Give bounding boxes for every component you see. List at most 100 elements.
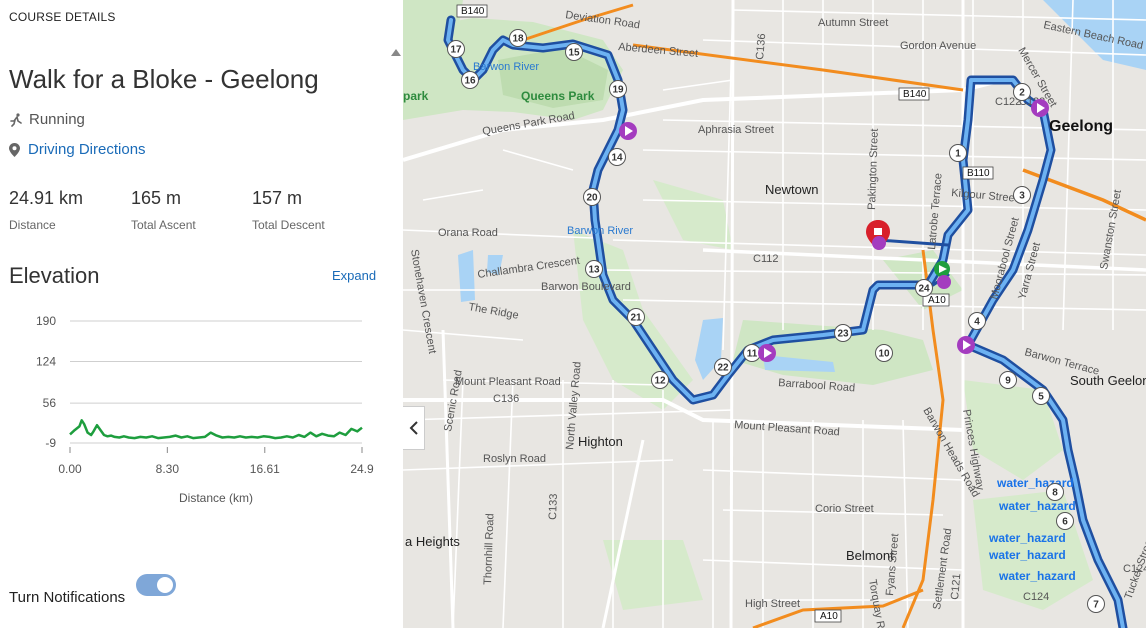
waypoint-label: 14 bbox=[611, 153, 623, 164]
waypoint-18[interactable]: 18 bbox=[509, 29, 527, 47]
waypoint-8[interactable]: 8 bbox=[1046, 483, 1064, 501]
suburb-label: Highton bbox=[578, 434, 623, 449]
road-shield: C124 bbox=[1123, 563, 1146, 575]
y-tick-label: 56 bbox=[43, 396, 57, 410]
road-shield: C112 bbox=[753, 253, 778, 265]
waypoint-13[interactable]: 13 bbox=[585, 260, 603, 278]
x-tick-label: 16.61 bbox=[250, 462, 280, 476]
activity-label: Running bbox=[29, 111, 85, 128]
road-shield: C121 bbox=[949, 573, 963, 600]
y-tick-label: 190 bbox=[36, 314, 56, 328]
waypoint-24[interactable]: 24 bbox=[915, 279, 933, 297]
waypoint-10[interactable]: 10 bbox=[875, 344, 893, 362]
waypoint-12[interactable]: 12 bbox=[651, 371, 669, 389]
stat-value: 24.91 km bbox=[9, 188, 84, 208]
stat-value: 165 m bbox=[131, 188, 182, 208]
driving-directions-label[interactable]: Driving Directions bbox=[28, 141, 146, 158]
waypoint-label: 16 bbox=[464, 76, 476, 87]
checkpoint-flag-icon[interactable] bbox=[758, 344, 776, 362]
route-map[interactable]: Newtown Geelong Highton Belmont South Ge… bbox=[403, 0, 1146, 628]
waypoint-17[interactable]: 17 bbox=[447, 40, 465, 58]
road-shield: A10 bbox=[928, 295, 946, 306]
waypoint-16[interactable]: 16 bbox=[461, 71, 479, 89]
elevation-x-axis-label: Distance (km) bbox=[179, 491, 253, 505]
waypoint-20[interactable]: 20 bbox=[583, 188, 601, 206]
hazard-label: water_hazard bbox=[988, 531, 1066, 545]
waypoint-5[interactable]: 5 bbox=[1032, 387, 1050, 405]
turn-notifications-toggle[interactable] bbox=[136, 574, 176, 596]
y-tick-label: 124 bbox=[36, 354, 56, 368]
waypoint-2[interactable]: 2 bbox=[1013, 83, 1031, 101]
street-label: Aphrasia Street bbox=[698, 124, 774, 136]
waypoint-label: 3 bbox=[1019, 191, 1025, 202]
waypoint-23[interactable]: 23 bbox=[834, 324, 852, 342]
suburb-label: Geelong bbox=[1049, 118, 1113, 135]
waypoint-3[interactable]: 3 bbox=[1013, 186, 1031, 204]
waypoint-label: 17 bbox=[450, 45, 462, 56]
turn-notifications-label: Turn Notifications bbox=[9, 589, 126, 606]
street-label: Gordon Avenue bbox=[900, 40, 976, 52]
waypoint-7[interactable]: 7 bbox=[1087, 595, 1105, 613]
checkpoint-flag-icon[interactable] bbox=[619, 122, 637, 140]
expand-elevation-link[interactable]: Expand bbox=[332, 268, 376, 283]
waypoint-22[interactable]: 22 bbox=[714, 358, 732, 376]
waypoint-label: 15 bbox=[568, 48, 580, 59]
street-label: Roslyn Road bbox=[483, 453, 546, 465]
hazard-label: water_hazard bbox=[998, 569, 1076, 583]
waypoint-label: 8 bbox=[1052, 488, 1058, 499]
elevation-line bbox=[69, 419, 363, 440]
section-label: COURSE DETAILS bbox=[9, 10, 116, 24]
suburb-label: a Heights bbox=[405, 534, 460, 549]
location-pin-icon bbox=[9, 142, 20, 157]
elevation-chart[interactable]: 190 124 56 -9 0.00 8.30 16.61 24.9 Distance (k… bbox=[0, 305, 390, 520]
activity-row: Running bbox=[9, 111, 85, 128]
waypoint-label: 1 bbox=[955, 149, 961, 160]
road-shield: B140 bbox=[461, 6, 485, 17]
toggle-knob bbox=[157, 577, 173, 593]
map-canvas[interactable]: Newtown Geelong Highton Belmont South Ge… bbox=[403, 0, 1146, 628]
stat-total-ascent: 165 m Total Ascent bbox=[131, 188, 196, 232]
waypoint-label: 18 bbox=[512, 34, 524, 45]
waypoint-21[interactable]: 21 bbox=[627, 308, 645, 326]
road-shield: C136 bbox=[493, 393, 519, 405]
hazard-label: water_hazard bbox=[998, 499, 1076, 513]
waypoint-label: 21 bbox=[630, 313, 642, 324]
waypoint-9[interactable]: 9 bbox=[999, 371, 1017, 389]
waypoint-label: 5 bbox=[1038, 392, 1044, 403]
waypoint-14[interactable]: 14 bbox=[608, 148, 626, 166]
waypoint-19[interactable]: 19 bbox=[609, 80, 627, 98]
road-shield: B110 bbox=[967, 168, 990, 179]
waypoint-4[interactable]: 4 bbox=[968, 312, 986, 330]
stat-total-descent: 157 m Total Descent bbox=[252, 188, 325, 232]
street-label: Corio Street bbox=[815, 503, 874, 515]
waypoint-6[interactable]: 6 bbox=[1056, 512, 1074, 530]
running-person-icon bbox=[10, 112, 22, 127]
elevation-heading: Elevation bbox=[9, 263, 100, 288]
street-label: Mount Pleasant Road bbox=[455, 376, 561, 388]
waypoint-15[interactable]: 15 bbox=[565, 43, 583, 61]
waypoint-label: 22 bbox=[717, 363, 729, 374]
stat-label: Distance bbox=[9, 218, 56, 232]
street-label: Barwon Boulevard bbox=[541, 281, 631, 293]
course-details-panel: COURSE DETAILS Walk for a Bloke - Geelon… bbox=[0, 0, 390, 628]
waypoint-label: 19 bbox=[612, 85, 624, 96]
checkpoint-flag-icon[interactable] bbox=[1031, 99, 1049, 117]
waypoint-1[interactable]: 1 bbox=[949, 144, 967, 162]
elevation-y-ticks: 190 124 56 -9 bbox=[36, 314, 56, 450]
scroll-up-arrow-icon[interactable] bbox=[391, 49, 401, 56]
hazard-label: water_hazard bbox=[988, 548, 1066, 562]
driving-directions-link[interactable]: Driving Directions bbox=[9, 141, 146, 158]
street-label: Thornhill Road bbox=[482, 513, 496, 585]
panel-scrollbar[interactable] bbox=[390, 0, 403, 628]
water-label: Barwon River bbox=[567, 225, 633, 237]
checkpoint-flag-icon[interactable] bbox=[957, 336, 975, 354]
road-shield: C124 bbox=[1023, 591, 1049, 603]
collapse-panel-button[interactable] bbox=[403, 406, 425, 450]
chevron-left-icon bbox=[409, 421, 418, 435]
waypoint-label: 13 bbox=[588, 265, 600, 276]
street-label: Autumn Street bbox=[818, 17, 888, 29]
waypoint-label: 6 bbox=[1062, 517, 1068, 528]
waypoint-11[interactable]: 11 bbox=[743, 344, 761, 362]
road-shield: C136 bbox=[754, 33, 768, 60]
road-shield: A10 bbox=[820, 611, 838, 622]
